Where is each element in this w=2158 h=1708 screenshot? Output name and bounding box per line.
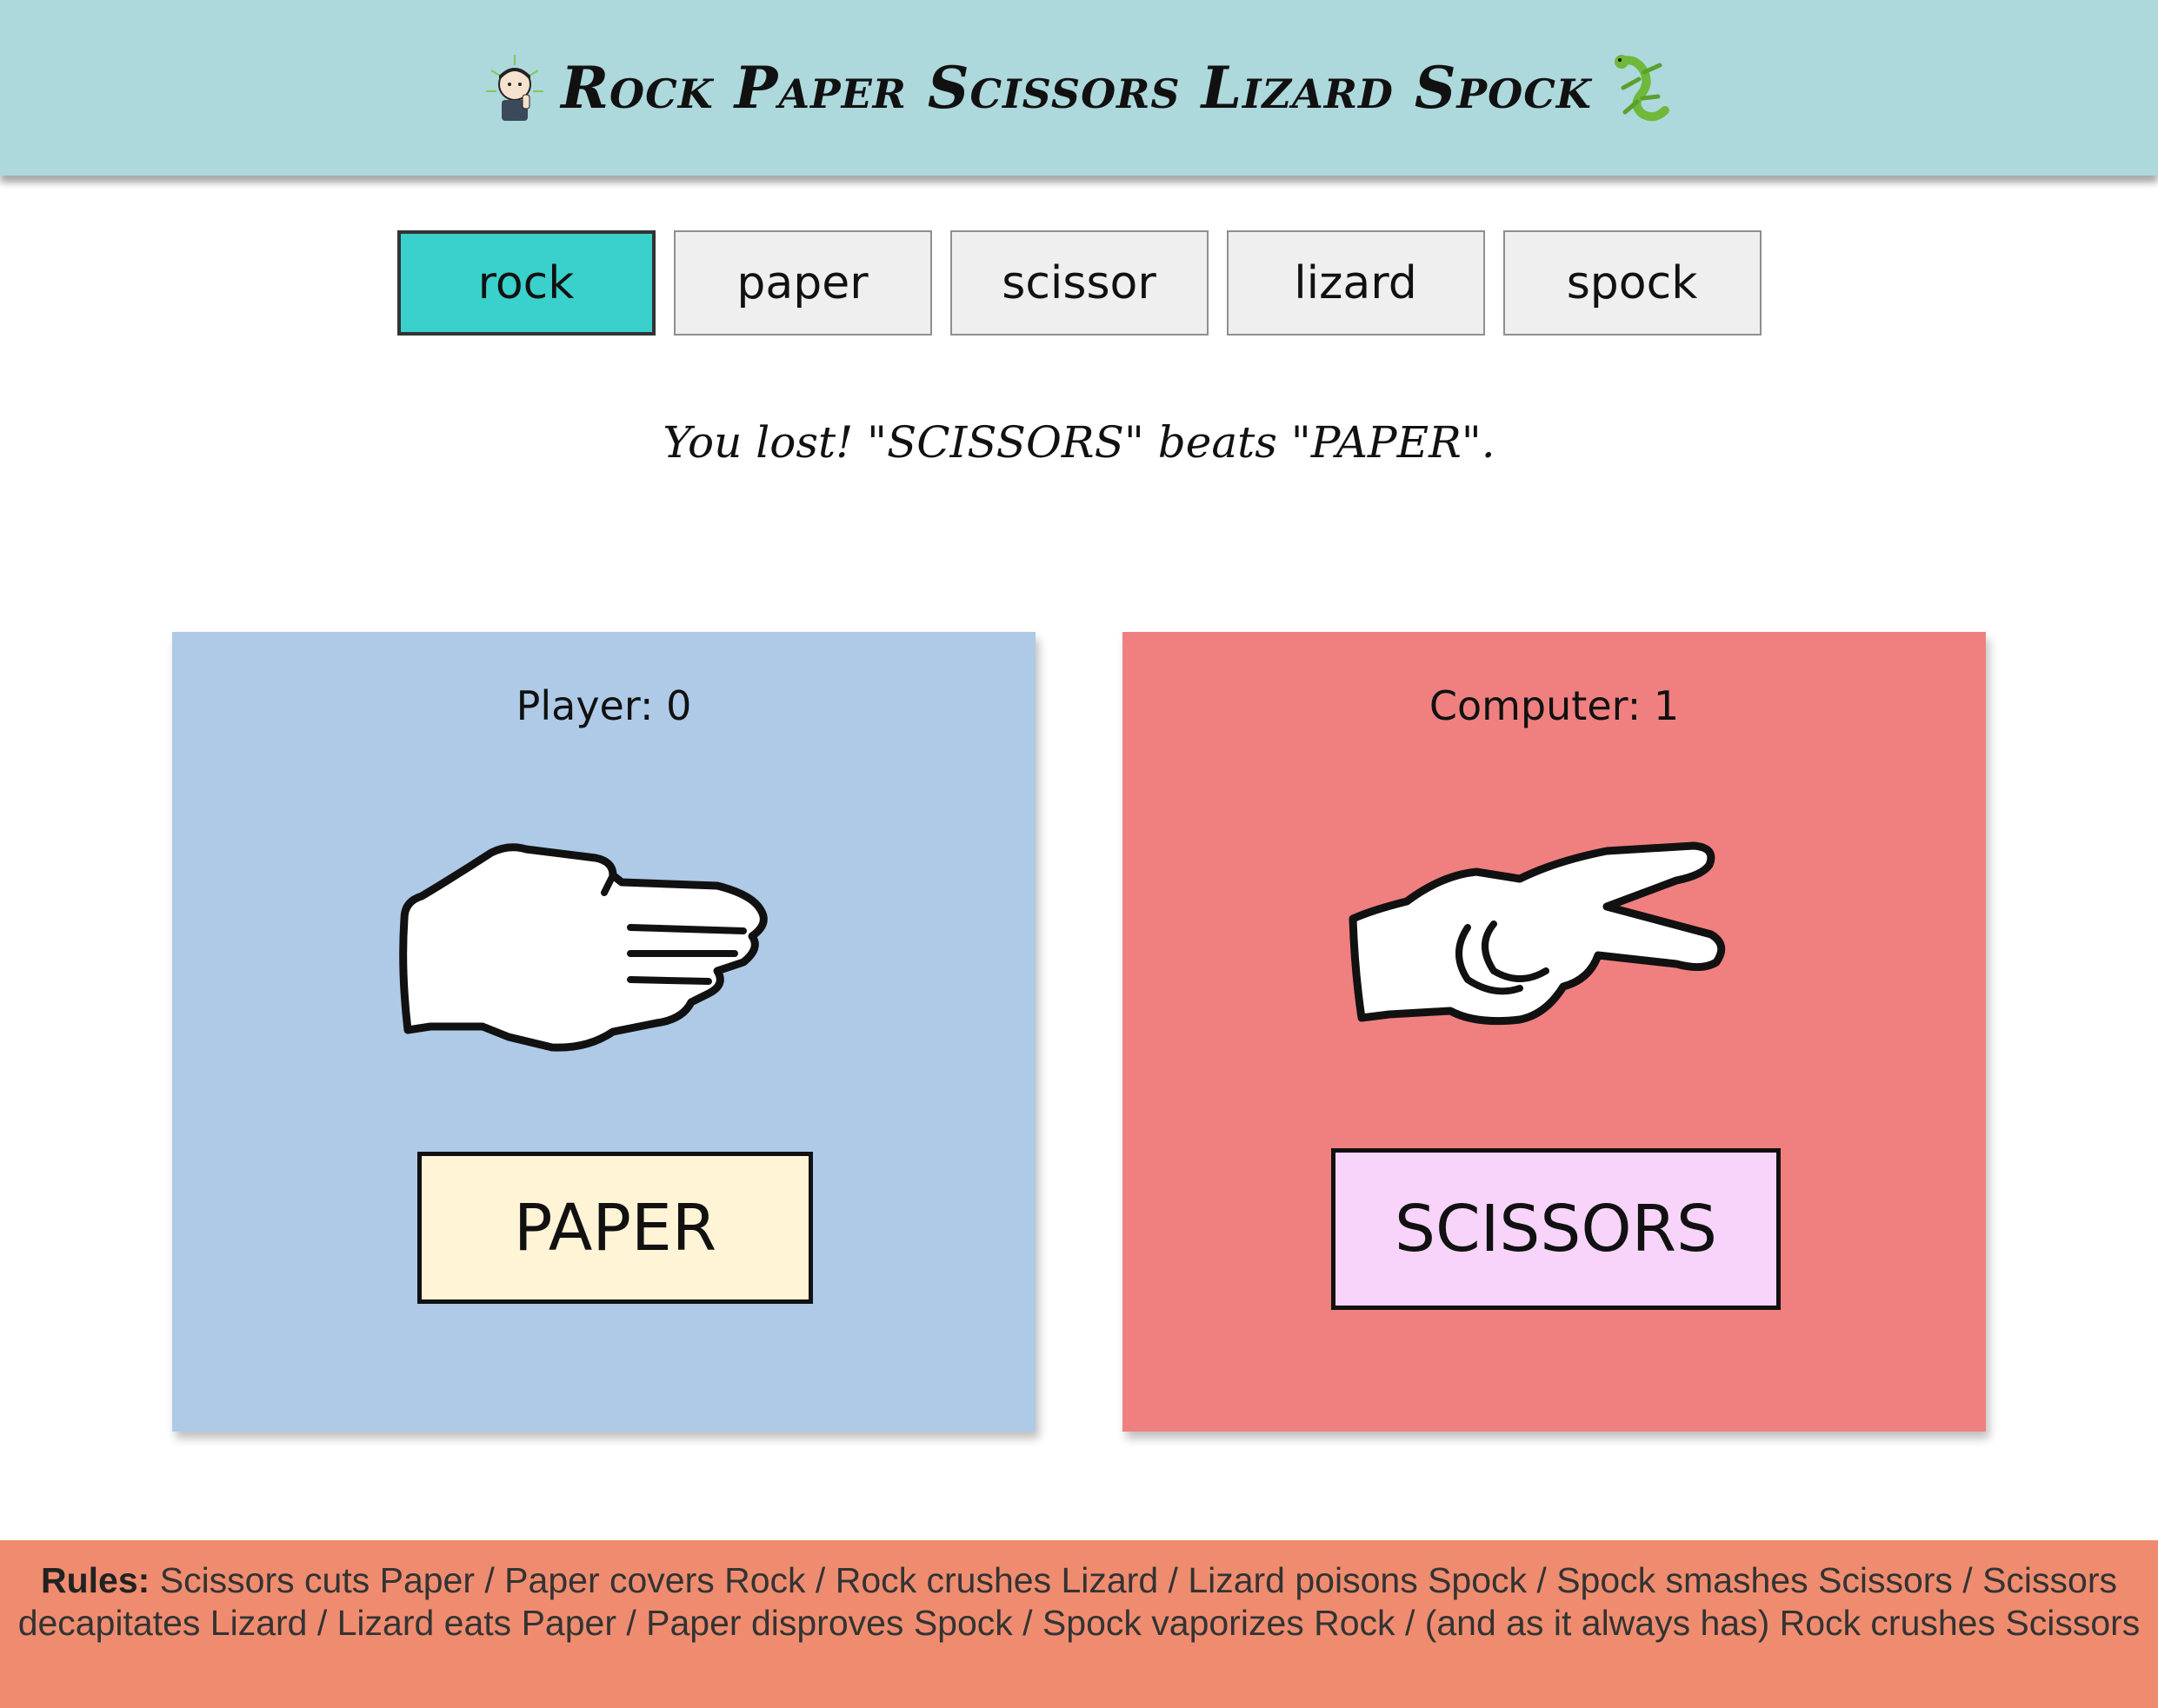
player-panel: Player: 0 PAPER [172, 632, 1036, 1432]
spock-button[interactable]: spock [1502, 230, 1762, 336]
player-pick: PAPER [417, 1152, 813, 1304]
app-title: Rock Paper Scissors Lizard Spock [561, 54, 1592, 122]
choice-buttons: rock paper scissor lizard spock [0, 230, 2158, 336]
scissor-button[interactable]: scissor [949, 230, 1209, 336]
computer-pick: SCISSORS [1331, 1148, 1781, 1310]
rock-button[interactable]: rock [396, 230, 656, 336]
rules-footer: Rules: Scissors cuts Paper / Paper cover… [0, 1540, 2158, 1708]
lizard-icon [1614, 55, 1669, 122]
app-header: Rock Paper Scissors Lizard Spock [0, 0, 2158, 176]
player-score: Player: 0 [516, 682, 692, 729]
lizard-button[interactable]: lizard [1226, 230, 1485, 336]
computer-panel: Computer: 1 SCISSORS [1122, 632, 1986, 1432]
spock-avatar-icon [486, 55, 544, 121]
rules-text: Scissors cuts Paper / Paper covers Rock … [17, 1560, 2141, 1643]
paper-hand-icon [398, 843, 768, 1052]
computer-score: Computer: 1 [1429, 682, 1680, 729]
rules-label: Rules: [41, 1560, 150, 1600]
scissors-hand-icon [1349, 841, 1725, 1026]
result-message: You lost! "SCISSORS" beats "PAPER". [663, 417, 1495, 468]
paper-button[interactable]: paper [673, 230, 932, 336]
